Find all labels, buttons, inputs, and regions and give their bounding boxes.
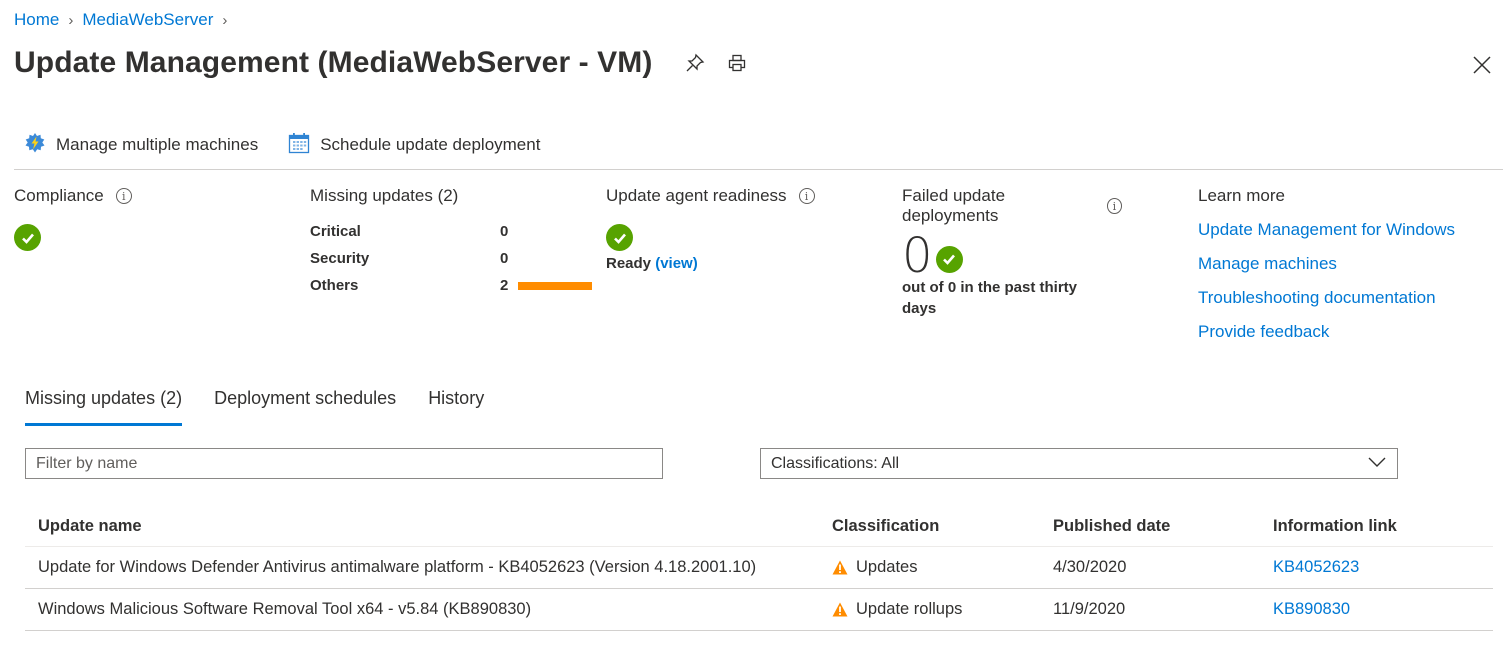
compliance-title: Compliance: [14, 186, 104, 205]
warning-icon: [832, 602, 848, 617]
update-name-cell: Update for Windows Defender Antivirus an…: [38, 558, 757, 576]
tab-missing-updates[interactable]: Missing updates (2): [25, 388, 183, 426]
info-icon[interactable]: i: [115, 188, 132, 204]
tab-history[interactable]: History: [428, 388, 484, 426]
table-row[interactable]: Windows Malicious Software Removal Tool …: [25, 589, 1493, 631]
missing-updates-breakdown: Critical 0 Security 0 Others 2: [310, 218, 592, 299]
information-link[interactable]: KB890830: [1273, 600, 1350, 618]
info-icon[interactable]: i: [1106, 198, 1122, 214]
column-header-update-name[interactable]: Update name: [25, 517, 832, 536]
failed-subtitle: out of 0 in the past thirty days: [902, 279, 1077, 317]
failed-deployments-tile: Failed update deployments i 0 out of 0 i…: [902, 186, 1122, 319]
learn-more-tile: Learn more Update Management for Windows…: [1198, 186, 1455, 342]
failed-deployments-title: Failed update deployments: [902, 186, 1006, 225]
published-date-cell: 4/30/2020: [1053, 558, 1127, 576]
checkmark-success-icon: [14, 224, 41, 251]
filter-by-name-input[interactable]: [25, 448, 663, 479]
schedule-update-deployment-label: Schedule update deployment: [320, 135, 541, 154]
link-manage-machines[interactable]: Manage machines: [1198, 254, 1455, 274]
command-bar: Manage multiple machines Schedule update…: [14, 130, 1503, 170]
manage-multiple-machines-button[interactable]: Manage multiple machines: [14, 130, 258, 160]
classification-cell: Updates: [832, 558, 1053, 577]
missing-updates-tile[interactable]: Missing updates (2) Critical 0 Security …: [310, 186, 592, 299]
manage-multiple-machines-label: Manage multiple machines: [56, 135, 259, 154]
tab-deployment-schedules[interactable]: Deployment schedules: [214, 388, 396, 426]
table-header-row: Update name Classification Published dat…: [25, 506, 1493, 547]
readiness-status: Ready: [606, 255, 652, 272]
classification-cell: Update rollups: [832, 600, 1053, 619]
missing-updates-title: Missing updates (2): [310, 186, 459, 205]
page-title: Update Management (MediaWebServer - VM): [14, 46, 653, 79]
classifications-dropdown[interactable]: Classifications: All: [760, 448, 1398, 479]
calendar-icon: [288, 132, 320, 159]
chevron-right-icon: ›: [68, 11, 74, 29]
column-header-published-date[interactable]: Published date: [1053, 517, 1273, 536]
column-header-classification[interactable]: Classification: [832, 517, 1053, 536]
checkmark-success-icon: [935, 245, 963, 273]
checkmark-success-icon: [606, 224, 633, 251]
compliance-tile: Compliance i: [14, 186, 132, 251]
agent-readiness-tile: Update agent readiness i Ready (view): [606, 186, 815, 272]
info-icon[interactable]: i: [798, 188, 815, 204]
published-date-cell: 11/9/2020: [1053, 600, 1126, 618]
warning-icon: [832, 560, 848, 575]
information-link[interactable]: KB4052623: [1273, 558, 1359, 576]
breadcrumb-mediawebserver[interactable]: MediaWebServer: [82, 10, 213, 30]
failed-count: 0: [902, 228, 933, 284]
agent-readiness-title: Update agent readiness: [606, 186, 787, 205]
table-row[interactable]: Update for Windows Defender Antivirus an…: [25, 547, 1493, 589]
missing-row-critical: Critical 0: [310, 223, 509, 240]
column-header-information-link[interactable]: Information link: [1273, 517, 1493, 536]
missing-updates-table: Update name Classification Published dat…: [25, 506, 1493, 631]
readiness-view-link[interactable]: (view): [655, 255, 698, 272]
close-icon[interactable]: [1471, 54, 1493, 76]
link-troubleshooting[interactable]: Troubleshooting documentation: [1198, 288, 1455, 308]
tab-bar: Missing updates (2) Deployment schedules…: [25, 388, 516, 426]
schedule-update-deployment-button[interactable]: Schedule update deployment: [278, 130, 540, 160]
update-name-cell: Windows Malicious Software Removal Tool …: [38, 600, 532, 618]
missing-bar-others: [518, 281, 592, 290]
summary-section: Compliance i Missing updates (2) Critica…: [14, 186, 1503, 366]
missing-row-others: Others 2: [310, 272, 592, 299]
breadcrumb-home[interactable]: Home: [14, 10, 59, 30]
gear-lightning-icon: [24, 132, 56, 159]
title-row: Update Management (MediaWebServer - VM): [14, 46, 748, 80]
print-icon[interactable]: [726, 52, 748, 74]
chevron-down-icon: [1367, 455, 1387, 473]
missing-row-security: Security 0: [310, 250, 509, 267]
chevron-right-icon: ›: [222, 11, 228, 29]
link-provide-feedback[interactable]: Provide feedback: [1198, 322, 1455, 342]
link-update-management-windows[interactable]: Update Management for Windows: [1198, 220, 1455, 240]
breadcrumb: Home › MediaWebServer ›: [14, 10, 236, 30]
learn-more-title: Learn more: [1198, 186, 1285, 205]
classifications-value: Classifications: All: [771, 454, 900, 472]
pin-icon[interactable]: [684, 52, 706, 74]
